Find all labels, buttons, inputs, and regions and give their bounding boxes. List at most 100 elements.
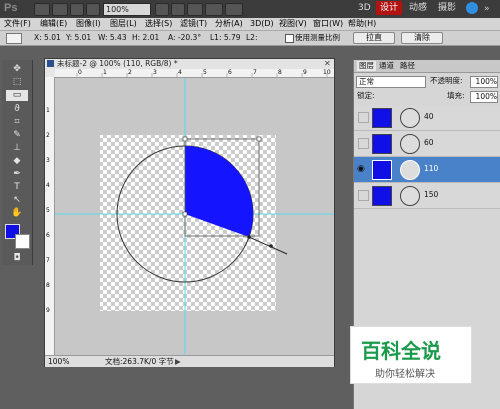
zoom-select[interactable]: 100% (103, 3, 151, 16)
watermark-title: 百科全说 (361, 339, 441, 363)
lasso-tool-icon[interactable]: ϑ (6, 104, 28, 115)
layer-name[interactable]: 150 (424, 190, 438, 199)
canvas-area[interactable] (55, 78, 334, 356)
menu-help[interactable]: 帮助(H) (346, 18, 378, 30)
ruler-top-label: 9 (303, 69, 307, 76)
arrange-documents-button[interactable] (205, 3, 223, 16)
hand-tool-icon[interactable]: ✋ (6, 208, 28, 219)
document-title: 未标题-2 @ 100% (110, RGB/8) * (57, 59, 178, 68)
layer-name[interactable]: 110 (424, 164, 438, 173)
layer-name[interactable]: 60 (424, 138, 434, 147)
layer-mask-thumbnail[interactable] (400, 134, 420, 154)
measure-l1: L1: 5.79 (210, 33, 241, 42)
ruler-left-label: 5 (46, 207, 50, 214)
tab-layers[interactable]: 图层 (357, 61, 376, 71)
workspace-motion[interactable]: 动感 (405, 1, 431, 15)
visibility-toggle[interactable] (358, 190, 369, 201)
move-tool-icon[interactable]: ✥ (6, 64, 28, 75)
marquee-tool-icon[interactable]: ⬚ (6, 77, 28, 88)
cs-live-icon[interactable] (466, 2, 478, 14)
lock-label: 锁定: (357, 91, 375, 100)
status-zoom[interactable]: 100% (48, 356, 69, 367)
guides-button[interactable] (70, 3, 84, 16)
measure-x: X: 5.01 (34, 33, 61, 42)
layer-thumbnail (372, 160, 392, 180)
menu-edit[interactable]: 编辑(E) (38, 18, 69, 30)
menu-view[interactable]: 视图(V) (277, 18, 309, 30)
background-color-swatch[interactable] (15, 234, 30, 249)
menu-analysis[interactable]: 分析(A) (213, 18, 245, 30)
menu-filter[interactable]: 滤镜(T) (178, 18, 209, 30)
path-select-tool-icon[interactable]: ↖ (6, 195, 28, 206)
use-scale-checkbox[interactable] (285, 34, 294, 43)
screen-mode-button[interactable] (86, 3, 100, 16)
eraser-tool-icon[interactable]: ◆ (6, 156, 28, 167)
ruler-left-label: 8 (46, 282, 50, 289)
ruler-left-label: 6 (46, 232, 50, 239)
layer-row[interactable]: 150 (354, 183, 500, 209)
opacity-value[interactable]: 100% (470, 76, 498, 88)
eye-icon[interactable]: ◉ (357, 164, 365, 174)
workspace-design[interactable]: 设计 (376, 1, 403, 15)
hand-tool-button[interactable] (155, 3, 169, 16)
ruler-tool-icon[interactable] (6, 33, 22, 44)
ruler-top-label: 2 (128, 69, 132, 76)
visibility-toggle[interactable] (358, 112, 369, 123)
quick-mask-icon[interactable]: ◘ (6, 253, 28, 264)
fill-value[interactable]: 100% (470, 91, 498, 103)
tab-channels[interactable]: 通道 (379, 61, 394, 71)
bridge-button[interactable] (34, 3, 50, 16)
options-bar: X: 5.01 Y: 5.01 W: 5.43 H: 2.01 A: -20.3… (0, 31, 500, 46)
workspace-3d[interactable]: 3D (354, 1, 375, 15)
layer-row-selected[interactable]: ◉ 110 (354, 157, 500, 183)
clear-button[interactable]: 清除 (401, 32, 443, 44)
workspace-photo[interactable]: 摄影 (434, 1, 460, 15)
layer-mask-thumbnail[interactable] (400, 160, 420, 180)
layer-row[interactable]: 60 (354, 131, 500, 157)
blend-mode-select[interactable]: 正常 (356, 76, 426, 88)
menu-file[interactable]: 文件(F) (2, 18, 33, 30)
layer-thumbnail (372, 134, 392, 154)
brush-tool-icon[interactable]: ✎ (6, 130, 28, 141)
zoom-tool-button[interactable] (171, 3, 185, 16)
layer-thumbnail (372, 186, 392, 206)
layer-row[interactable]: 40 (354, 105, 500, 131)
ruler-left-label: 3 (46, 157, 50, 164)
menu-layer[interactable]: 图层(L) (108, 18, 139, 30)
ruler-top-label: 5 (203, 69, 207, 76)
pen-tool-icon[interactable]: ✒ (6, 169, 28, 180)
ruler-top-label: 7 (253, 69, 257, 76)
measure-l2: L2: (246, 33, 258, 42)
menu-image[interactable]: 图像(I) (74, 18, 103, 30)
layer-mask-thumbnail[interactable] (400, 108, 420, 128)
stamp-tool-icon[interactable]: ⊥ (6, 143, 28, 154)
more-icon[interactable]: » (484, 4, 490, 14)
layer-name[interactable]: 40 (424, 112, 434, 121)
panel-tab-bar: 图层 通道 路径 (354, 60, 500, 73)
screen-mode-menu-button[interactable] (225, 3, 243, 16)
use-scale-label: 使用测量比例 (295, 33, 340, 42)
menu-select[interactable]: 选择(S) (143, 18, 174, 30)
straighten-button[interactable]: 拉直 (353, 32, 395, 44)
status-menu-icon[interactable]: ▶ (175, 356, 181, 367)
measure-w: W: 5.43 (98, 33, 127, 42)
crop-tool-icon[interactable]: ⌗ (6, 117, 28, 128)
menu-window[interactable]: 窗口(W) (311, 18, 345, 30)
close-document-icon[interactable]: ✕ (324, 59, 331, 69)
menu-3d[interactable]: 3D(D) (248, 18, 276, 30)
document-status-bar: 100% 文档:263.7K/0 字节 ▶ (45, 355, 334, 367)
ruler-tool-icon[interactable]: ▭ (6, 90, 28, 101)
mini-bridge-button[interactable] (52, 3, 68, 16)
visibility-toggle[interactable] (358, 138, 369, 149)
transform-handle (182, 211, 188, 217)
ruler-top: 0 1 2 3 4 5 6 7 8 9 10 (55, 69, 334, 78)
tab-paths[interactable]: 路径 (400, 61, 415, 71)
rotate-view-button[interactable] (187, 3, 203, 16)
ruler-corner (45, 69, 55, 77)
layer-mask-thumbnail[interactable] (400, 186, 420, 206)
ruler-top-label: 10 (323, 69, 331, 76)
measure-h: H: 2.01 (132, 33, 160, 42)
measure-y: Y: 5.01 (66, 33, 92, 42)
opacity-label: 不透明度: (430, 76, 463, 85)
type-tool-icon[interactable]: T (6, 182, 28, 193)
